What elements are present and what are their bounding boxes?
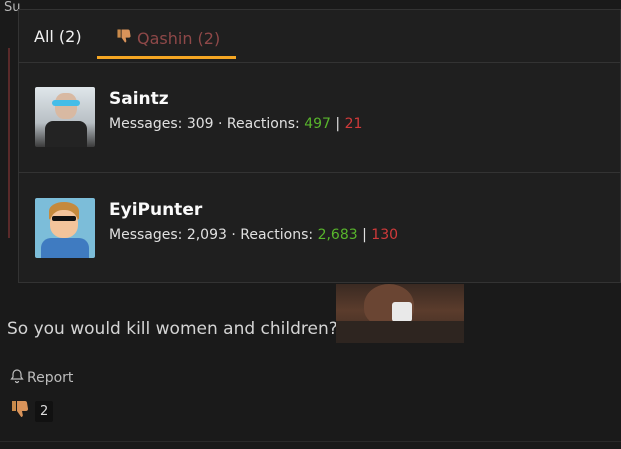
quote-border bbox=[8, 48, 10, 238]
reactions-popup: All (2) Qashin (2) Saintz Messages: 309 … bbox=[18, 9, 621, 283]
username[interactable]: Saintz bbox=[109, 89, 169, 109]
reaction-tabs: All (2) Qashin (2) bbox=[19, 10, 620, 63]
tab-qashin[interactable]: Qashin (2) bbox=[115, 27, 220, 49]
username[interactable]: EyiPunter bbox=[109, 200, 202, 220]
tab-all[interactable]: All (2) bbox=[34, 27, 82, 46]
bell-icon bbox=[9, 368, 25, 388]
post-gif-image[interactable] bbox=[336, 284, 464, 343]
post-text: So you would kill women and children? bbox=[7, 319, 338, 339]
avatar[interactable] bbox=[35, 198, 95, 258]
positive-reactions: 497 bbox=[304, 116, 331, 132]
report-link[interactable]: Report bbox=[9, 368, 73, 388]
user-stats: Messages: 309 · Reactions: 497 | 21 bbox=[109, 116, 363, 132]
avatar[interactable] bbox=[35, 87, 95, 147]
positive-reactions: 2,683 bbox=[317, 227, 358, 243]
active-tab-indicator bbox=[97, 56, 236, 59]
divider bbox=[0, 441, 621, 442]
reaction-count: 2 bbox=[35, 400, 54, 422]
tab-qashin-label: Qashin (2) bbox=[137, 28, 221, 48]
reaction-summary[interactable]: 2 bbox=[9, 398, 54, 424]
user-stats: Messages: 2,093 · Reactions: 2,683 | 130 bbox=[109, 227, 399, 243]
thumbs-down-icon bbox=[9, 398, 31, 424]
user-row: Saintz Messages: 309 · Reactions: 497 | … bbox=[19, 62, 620, 173]
user-row: EyiPunter Messages: 2,093 · Reactions: 2… bbox=[19, 173, 620, 283]
thumbs-down-icon bbox=[115, 27, 133, 49]
negative-reactions: 130 bbox=[371, 227, 399, 243]
report-label: Report bbox=[27, 370, 74, 386]
negative-reactions: 21 bbox=[344, 116, 363, 132]
